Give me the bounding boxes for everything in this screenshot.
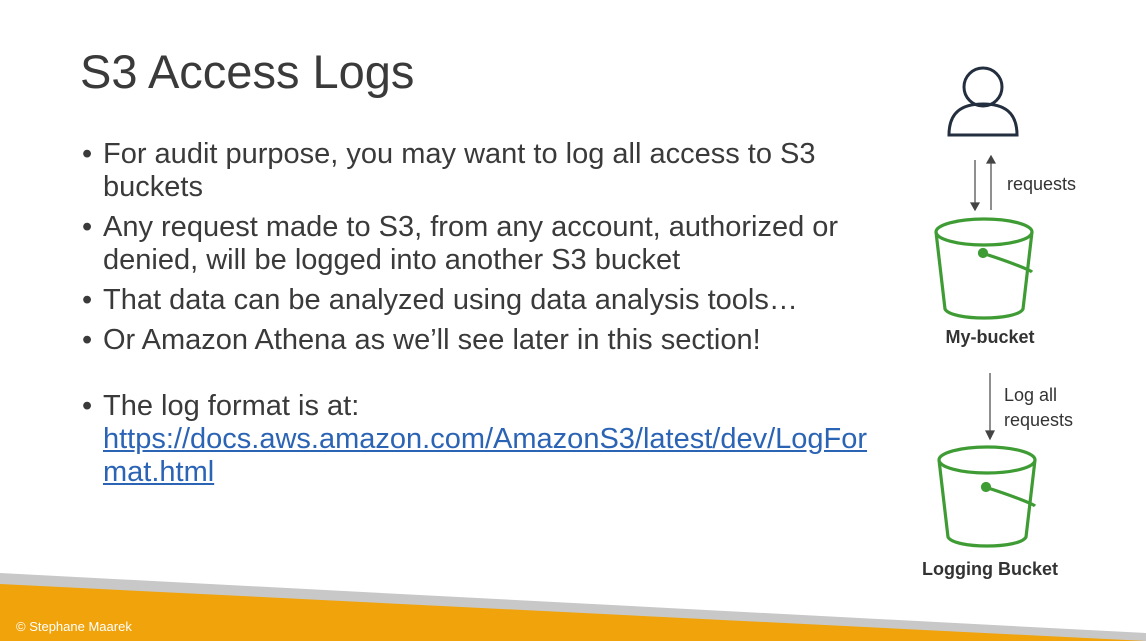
log-arrow-label-line2: requests (1004, 410, 1074, 430)
logging-bucket-label: Logging Bucket (922, 559, 1058, 579)
log-format-text: The log format is at: (103, 390, 360, 422)
s3-bucket-icon (934, 217, 1034, 320)
source-bucket-label: My-bucket (945, 327, 1035, 347)
s3-bucket-icon (937, 445, 1037, 548)
user-icon (947, 66, 1019, 137)
log-arrow (985, 373, 995, 441)
bullet-item: That data can be analyzed using data ana… (80, 284, 880, 317)
log-arrow-label-line1: Log all (1004, 385, 1058, 405)
bullet-item: For audit purpose, you may want to log a… (80, 138, 880, 204)
copyright-text: © Stephane Maarek (16, 619, 132, 634)
log-format-link[interactable]: https://docs.aws.amazon.com/AmazonS3/lat… (103, 423, 867, 488)
footer-band (0, 573, 1146, 641)
bullet-list: For audit purpose, you may want to log a… (80, 138, 880, 496)
requests-arrows (969, 154, 997, 212)
bullet-item-log-format: The log format is at: https://docs.aws.a… (80, 390, 880, 489)
bullet-item: Any request made to S3, from any account… (80, 211, 880, 277)
bullet-item: Or Amazon Athena as we’ll see later in t… (80, 324, 880, 357)
slide-title: S3 Access Logs (80, 45, 415, 98)
requests-label: requests (1007, 174, 1077, 194)
